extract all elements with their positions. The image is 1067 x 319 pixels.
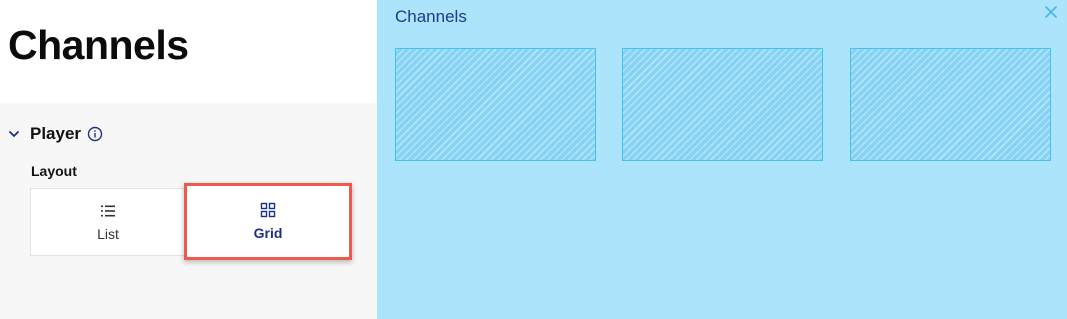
info-icon[interactable]	[87, 126, 103, 142]
close-icon[interactable]	[1043, 4, 1059, 20]
layout-option-list[interactable]: List	[30, 188, 186, 256]
page-title: Channels	[8, 22, 189, 68]
chevron-down-icon[interactable]	[8, 128, 20, 140]
layout-option-label: List	[97, 225, 119, 242]
preview-title: Channels	[395, 7, 467, 26]
channels-preview-panel: Channels	[377, 0, 1067, 319]
channel-tile-placeholder	[850, 48, 1051, 161]
list-icon	[101, 205, 115, 216]
layout-option-grid[interactable]: Grid	[184, 183, 352, 260]
channel-tile-placeholder	[622, 48, 823, 161]
settings-panel: Channels Player Layout List Grid	[0, 0, 378, 319]
channel-tile-placeholder	[395, 48, 596, 161]
grid-icon	[260, 202, 276, 218]
layout-label: Layout	[31, 163, 77, 179]
settings-area: Player Layout List Grid	[0, 103, 378, 319]
player-section-header[interactable]: Player	[8, 124, 103, 144]
section-title: Player	[30, 124, 82, 143]
layout-option-label: Grid	[253, 225, 283, 241]
